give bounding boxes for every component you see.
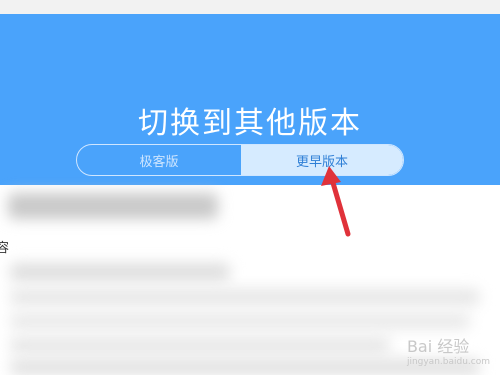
hero-banner: 切换到其他版本 极客版 更早版本 (0, 14, 500, 185)
toggle-geek-edition[interactable]: 极客版 (77, 145, 241, 175)
blurred-heading (8, 193, 218, 219)
browser-top-strip (0, 0, 500, 15)
watermark-url: jingyan.baidu.com (406, 357, 490, 367)
annotation-arrow-icon (321, 166, 351, 237)
watermark: Bai 经验 jingyan.baidu.com (407, 333, 490, 367)
blurred-line (10, 337, 390, 353)
blurred-line (10, 313, 470, 329)
blurred-line (10, 289, 480, 305)
blurred-line (10, 263, 230, 281)
hero-title: 切换到其他版本 (138, 106, 362, 141)
watermark-brand: Bai 经验 (406, 337, 470, 356)
section-label: 容 (0, 241, 10, 256)
